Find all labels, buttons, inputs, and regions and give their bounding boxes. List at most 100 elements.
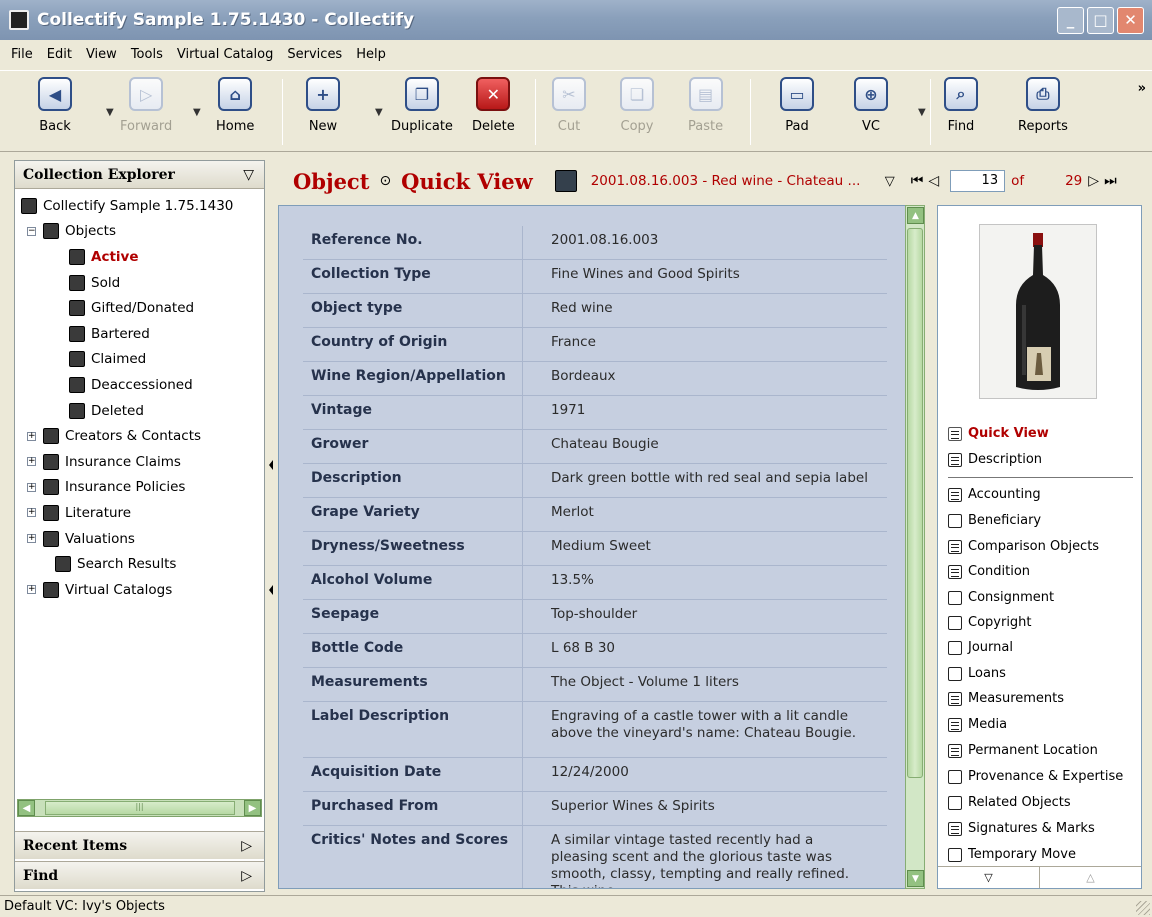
tree-item-valuations[interactable]: + Valuations <box>15 526 264 552</box>
field-value[interactable]: 12/24/2000 <box>523 758 887 791</box>
expand-icon[interactable]: + <box>27 457 36 467</box>
tree-item-deleted[interactable]: Deleted <box>15 398 264 424</box>
tree-item-objects[interactable]: − Objects <box>15 219 264 245</box>
new-dropdown-icon[interactable]: ▼ <box>375 107 383 118</box>
toolbar-overflow-icon[interactable]: » <box>1138 81 1146 96</box>
field-value[interactable]: Dark green bottle with red seal and sepi… <box>523 464 887 497</box>
tree-item-deaccessioned[interactable]: Deaccessioned <box>15 372 264 398</box>
maximize-button[interactable]: □ <box>1087 6 1114 34</box>
previous-record-icon[interactable]: ◁ <box>928 173 939 189</box>
section-description[interactable]: Description <box>948 452 1042 467</box>
next-record-icon[interactable]: ▷ <box>1088 173 1099 189</box>
scroll-down-icon[interactable]: ▼ <box>907 870 924 887</box>
field-value[interactable]: Chateau Bougie <box>523 430 887 463</box>
object-title[interactable]: Object <box>293 169 369 194</box>
tree-item-gifted[interactable]: Gifted/Donated <box>15 295 264 321</box>
field-value[interactable]: 13.5% <box>523 566 887 599</box>
menu-help[interactable]: Help <box>349 47 393 62</box>
new-button[interactable]: + New <box>306 77 340 134</box>
home-button[interactable]: ⌂ Home <box>216 77 254 134</box>
expand-icon[interactable]: + <box>27 585 36 595</box>
back-dropdown-icon[interactable]: ▼ <box>106 107 114 118</box>
section-temporary-move[interactable]: Temporary Move <box>948 847 1076 862</box>
duplicate-button[interactable]: ❐ Duplicate <box>391 77 453 134</box>
section-consignment[interactable]: Consignment <box>948 590 1054 605</box>
section-signatures[interactable]: Signatures & Marks <box>948 821 1095 836</box>
cut-button[interactable]: ✂ Cut <box>552 77 586 134</box>
first-record-icon[interactable]: ⏮ <box>911 173 924 189</box>
section-related-objects[interactable]: Related Objects <box>948 795 1071 810</box>
record-selector[interactable]: 2001.08.16.003 - Red wine - Chateau ... <box>591 173 879 189</box>
section-beneficiary[interactable]: Beneficiary <box>948 513 1041 528</box>
expand-icon[interactable]: + <box>27 534 36 544</box>
vc-dropdown-icon[interactable]: ▼ <box>918 107 926 118</box>
find-panel-header[interactable]: Find ▷ <box>15 861 264 889</box>
last-record-icon[interactable]: ⏭ <box>1104 173 1117 189</box>
field-value[interactable]: Engraving of a castle tower with a lit c… <box>523 702 887 757</box>
expand-icon[interactable]: + <box>27 482 36 492</box>
form-vscrollbar[interactable]: ▲ ▼ <box>905 205 925 889</box>
field-value[interactable]: Red wine <box>523 294 887 327</box>
section-media[interactable]: Media <box>948 717 1007 732</box>
tree-item-claimed[interactable]: Claimed <box>15 347 264 373</box>
title-bar[interactable]: Collectify Sample 1.75.1430 - Collectify… <box>0 0 1152 40</box>
section-accounting[interactable]: Accounting <box>948 487 1041 502</box>
menu-virtual-catalog[interactable]: Virtual Catalog <box>170 47 281 62</box>
field-value[interactable]: Superior Wines & Spirits <box>523 792 887 825</box>
view-switch-icon[interactable]: ⊙ <box>379 173 391 189</box>
section-measurements[interactable]: Measurements <box>948 691 1064 706</box>
section-condition[interactable]: Condition <box>948 564 1030 579</box>
menu-services[interactable]: Services <box>280 47 349 62</box>
record-dropdown-icon[interactable]: ▽ <box>885 174 895 189</box>
field-value[interactable]: 2001.08.16.003 <box>523 226 887 259</box>
forward-dropdown-icon[interactable]: ▼ <box>193 107 201 118</box>
tree-item-bartered[interactable]: Bartered <box>15 321 264 347</box>
explorer-hscrollbar[interactable]: ◀ ||| ▶ <box>17 799 262 817</box>
field-value[interactable]: Top-shoulder <box>523 600 887 633</box>
tree-item-creators[interactable]: + Creators & Contacts <box>15 423 264 449</box>
delete-button[interactable]: ✕ Delete <box>472 77 515 134</box>
scroll-up-icon[interactable]: △ <box>1040 867 1141 888</box>
collection-explorer-header[interactable]: Collection Explorer ▽ <box>15 161 264 189</box>
section-journal[interactable]: Journal <box>948 640 1013 655</box>
field-value[interactable]: A similar vintage tasted recently had a … <box>523 826 887 888</box>
recent-items-header[interactable]: Recent Items ▷ <box>15 831 264 859</box>
reports-button[interactable]: ⎙ Reports <box>1018 77 1068 134</box>
scroll-thumb[interactable]: ||| <box>44 801 235 815</box>
tree-item-literature[interactable]: + Literature <box>15 500 264 526</box>
field-value[interactable]: France <box>523 328 887 361</box>
field-value[interactable]: Fine Wines and Good Spirits <box>523 260 887 293</box>
forward-button[interactable]: ▷ Forward <box>120 77 172 134</box>
find-button[interactable]: ⌕ Find <box>944 77 978 134</box>
scroll-left-icon[interactable]: ◀ <box>18 800 35 816</box>
collapse-left-icon[interactable] <box>269 585 273 595</box>
section-comparison-objects[interactable]: Comparison Objects <box>948 539 1099 554</box>
scroll-right-icon[interactable]: ▶ <box>244 800 261 816</box>
tree-item-virtual-catalogs[interactable]: + Virtual Catalogs <box>15 577 264 603</box>
expand-icon[interactable]: + <box>27 431 36 441</box>
object-image[interactable] <box>979 224 1097 399</box>
pad-button[interactable]: ▭ Pad <box>780 77 814 134</box>
tree-item-active[interactable]: Active <box>15 244 264 270</box>
field-value[interactable]: Merlot <box>523 498 887 531</box>
copy-button[interactable]: ❏ Copy <box>620 77 654 134</box>
resize-grip-icon[interactable] <box>1136 901 1150 915</box>
field-value[interactable]: Medium Sweet <box>523 532 887 565</box>
tree-root[interactable]: Collectify Sample 1.75.1430 <box>15 193 264 219</box>
menu-edit[interactable]: Edit <box>40 47 79 62</box>
collapse-left-icon[interactable] <box>269 460 273 470</box>
section-loans[interactable]: Loans <box>948 666 1006 681</box>
expand-icon[interactable]: + <box>27 508 36 518</box>
section-provenance[interactable]: Provenance & Expertise <box>948 769 1123 784</box>
field-value[interactable]: The Object - Volume 1 liters <box>523 668 887 701</box>
chevron-down-icon[interactable]: ▽ <box>243 167 254 183</box>
tree-item-sold[interactable]: Sold <box>15 270 264 296</box>
tree-item-search-results[interactable]: Search Results <box>15 551 264 577</box>
scroll-down-icon[interactable]: ▽ <box>938 867 1040 888</box>
close-button[interactable]: ✕ <box>1117 6 1144 34</box>
record-number-input[interactable]: 13 <box>950 170 1006 192</box>
minimize-button[interactable]: _ <box>1057 6 1084 34</box>
vc-button[interactable]: ⊕ VC <box>854 77 888 134</box>
back-button[interactable]: ◀ Back <box>38 77 72 134</box>
scroll-up-icon[interactable]: ▲ <box>907 207 924 224</box>
